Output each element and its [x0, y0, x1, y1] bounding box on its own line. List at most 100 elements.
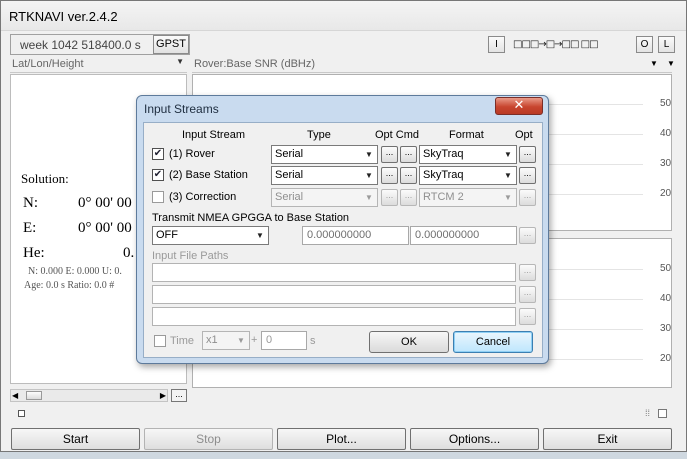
rover-option-button[interactable]: ... — [381, 146, 398, 163]
cancel-button[interactable]: Cancel — [453, 331, 533, 353]
correction-format-value: RTCM 2 — [423, 191, 464, 203]
chevron-down-icon[interactable]: ▼ — [667, 59, 675, 68]
rover-type-select[interactable]: Serial ▼ — [271, 145, 378, 164]
time-offset-field[interactable]: 0 — [261, 331, 307, 350]
time-system-button[interactable]: GPST — [153, 35, 189, 54]
input-stream-button[interactable]: I — [488, 36, 505, 53]
window-title: RTKNAVI ver.2.4.2 — [9, 9, 118, 24]
chevron-down-icon: ▼ — [365, 150, 373, 159]
y-tick-label: 20 — [660, 353, 672, 364]
title-bar: RTKNAVI ver.2.4.2 — [1, 1, 686, 31]
north-value: 0° 00' 00 — [78, 195, 132, 211]
rover-command-button[interactable]: ... — [400, 146, 417, 163]
horizontal-scrollbar[interactable]: ◀ ▶ — [10, 389, 168, 402]
rover-format-select[interactable]: SkyTraq ▼ — [419, 145, 517, 164]
input-file-path-3[interactable] — [152, 307, 516, 326]
plot-button[interactable]: Plot... — [277, 428, 406, 450]
solution-more-button[interactable]: ... — [171, 389, 187, 402]
header-input-stream: Input Stream — [182, 129, 245, 141]
input-file-path-2[interactable] — [152, 285, 516, 304]
correction-command-button[interactable]: ... — [400, 189, 417, 206]
solution-label: Solution: — [21, 171, 69, 186]
plot-type-value: Rover:Base SNR (dBHz) — [194, 58, 316, 70]
nmea-label: Transmit NMEA GPGGA to Base Station — [152, 212, 350, 224]
std-deviation-line: N: 0.000 E: 0.000 U: 0. — [28, 266, 122, 277]
nmea-mode-select[interactable]: OFF ▼ — [152, 226, 269, 245]
height-value: 0. — [123, 245, 135, 261]
nmea-latitude-field[interactable]: 0.000000000 — [302, 226, 409, 245]
status-indicator — [18, 410, 25, 417]
correction-type-select[interactable]: Serial ▼ — [271, 188, 378, 207]
plot-toggle-checkbox[interactable] — [658, 409, 667, 418]
chevron-down-icon: ▼ — [176, 57, 184, 66]
scroll-right-icon[interactable]: ▶ — [160, 390, 166, 401]
scroll-thumb[interactable] — [26, 391, 42, 400]
chevron-down-icon: ▼ — [365, 171, 373, 180]
base-station-format-value: SkyTraq — [423, 169, 464, 181]
output-stream-button[interactable]: O — [636, 36, 653, 53]
chevron-down-icon[interactable]: ▼ — [650, 59, 658, 68]
y-tick-label: 40 — [660, 293, 672, 304]
correction-label: (3) Correction — [169, 191, 237, 203]
base-station-command-button[interactable]: ... — [400, 167, 417, 184]
y-tick-label: 50 — [660, 263, 672, 274]
input-streams-dialog: Input Streams ✕ Input Stream Type Opt Cm… — [136, 95, 549, 364]
y-tick-label: 40 — [660, 128, 672, 139]
solution-format-select[interactable]: Lat/Lon/Height ▼ — [10, 57, 187, 73]
stream-status-indicator: □□□→□→□□ □□ — [513, 39, 599, 50]
east-value: 0° 00' 00 — [78, 220, 132, 236]
base-station-type-select[interactable]: Serial ▼ — [271, 166, 378, 185]
time-label: Time — [170, 335, 195, 347]
desktop-background-bottom — [0, 452, 687, 459]
height-label: He: — [23, 245, 45, 261]
base-station-label: (2) Base Station — [169, 169, 248, 181]
input-file-browse-2[interactable]: ... — [519, 286, 536, 303]
time-checkbox[interactable] — [154, 335, 166, 347]
correction-checkbox[interactable] — [152, 191, 164, 203]
input-file-path-1[interactable] — [152, 263, 516, 282]
close-button[interactable]: ✕ — [495, 97, 543, 115]
input-file-paths-label: Input File Paths — [152, 250, 229, 262]
base-station-option-button[interactable]: ... — [381, 167, 398, 184]
chevron-down-icon: ▼ — [504, 150, 512, 159]
header-type: Type — [307, 129, 331, 141]
nmea-latitude-value: 0.000000000 — [307, 229, 372, 241]
y-tick-label: 50 — [660, 98, 672, 109]
header-opt: Opt — [515, 129, 533, 141]
input-file-browse-1[interactable]: ... — [519, 264, 536, 281]
correction-format-select[interactable]: RTCM 2 ▼ — [419, 188, 517, 207]
base-station-format-option-button[interactable]: ... — [519, 167, 536, 184]
correction-format-option-button[interactable]: ... — [519, 189, 536, 206]
base-station-format-select[interactable]: SkyTraq ▼ — [419, 166, 517, 185]
solution-format-value: Lat/Lon/Height — [12, 58, 84, 70]
nmea-position-button[interactable]: ... — [519, 227, 536, 244]
rover-type-value: Serial — [275, 148, 304, 160]
nmea-longitude-field[interactable]: 0.000000000 — [410, 226, 517, 245]
stop-button[interactable]: Stop — [144, 428, 273, 450]
chevron-down-icon: ▼ — [504, 171, 512, 180]
time-speed-value: x1 — [206, 334, 218, 346]
rover-checkbox[interactable]: ✔ — [152, 148, 164, 160]
time-speed-select[interactable]: x1 ▼ — [202, 331, 250, 350]
time-unit-label: s — [310, 335, 316, 347]
correction-option-button[interactable]: ... — [381, 189, 398, 206]
chevron-down-icon: ▼ — [504, 193, 512, 202]
ok-button[interactable]: OK — [369, 331, 449, 353]
plot-type-select[interactable]: Rover:Base SNR (dBHz) — [192, 57, 672, 73]
exit-button[interactable]: Exit — [543, 428, 672, 450]
y-tick-label: 30 — [660, 158, 672, 169]
header-opt-cmd: Opt Cmd — [375, 129, 420, 141]
chevron-down-icon: ▼ — [237, 336, 245, 345]
nmea-longitude-value: 0.000000000 — [415, 229, 480, 241]
resize-grip-icon: ⁞⁞ — [645, 408, 651, 418]
y-tick-label: 20 — [660, 188, 672, 199]
start-button[interactable]: Start — [11, 428, 140, 450]
base-station-checkbox[interactable]: ✔ — [152, 169, 164, 181]
scroll-left-icon[interactable]: ◀ — [12, 390, 18, 401]
options-button[interactable]: Options... — [410, 428, 539, 450]
time-offset-value: 0 — [266, 334, 273, 346]
log-stream-button[interactable]: L — [658, 36, 675, 53]
time-plus-label: + — [251, 334, 258, 346]
input-file-browse-3[interactable]: ... — [519, 308, 536, 325]
rover-format-option-button[interactable]: ... — [519, 146, 536, 163]
